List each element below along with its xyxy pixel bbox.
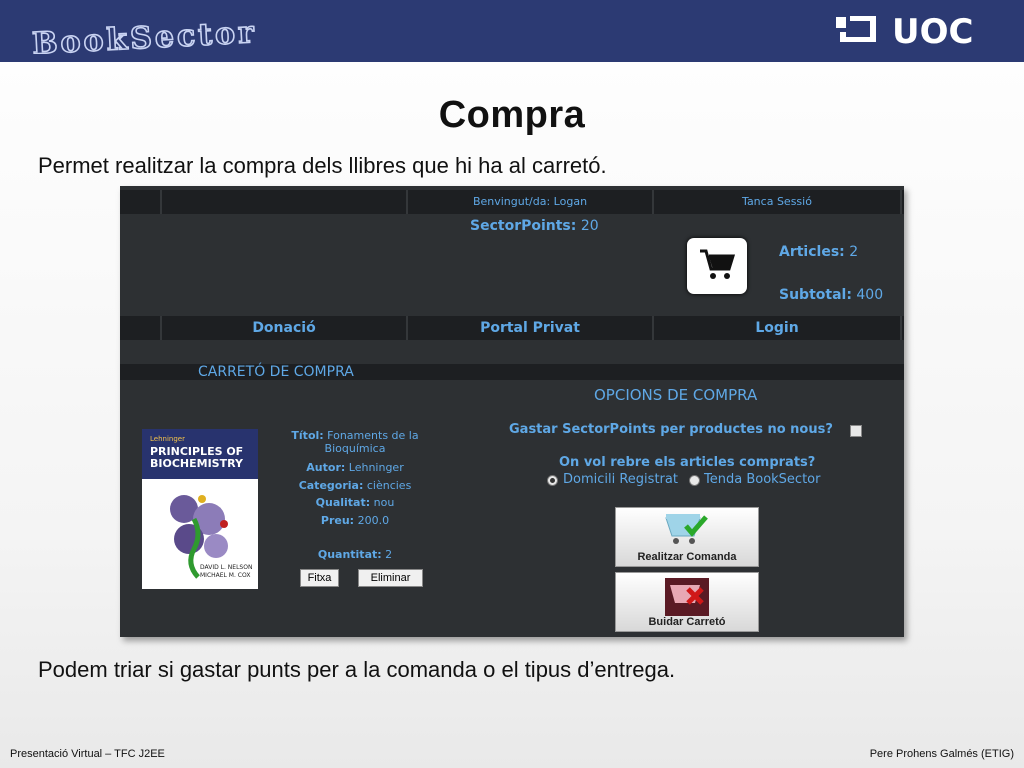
category-label: Categoria: (298, 479, 364, 492)
welcome-text: Benvingut/da: Logan (408, 190, 654, 214)
logout-link[interactable]: Tanca Sessió (654, 190, 902, 214)
options-title: OPCIONS DE COMPRA (594, 386, 758, 404)
slide-title: Compra (438, 94, 586, 136)
title-label: Títol: (291, 429, 324, 442)
header-banner: BookSector UOC (0, 0, 1024, 62)
top-bar-spacer (162, 190, 408, 214)
radio-tenda[interactable] (689, 475, 700, 486)
uoc-logo-icon: UOC (836, 12, 973, 52)
quantity-value: 2 (385, 548, 393, 561)
eliminar-button[interactable]: Eliminar (358, 569, 423, 587)
cart-check-icon (665, 514, 708, 544)
cart-button[interactable] (687, 238, 747, 294)
svg-text:UOC: UOC (892, 12, 973, 50)
subtotal-value: 400 (856, 287, 884, 303)
top-bar-spacer (120, 190, 162, 214)
spend-points-checkbox[interactable] (850, 425, 862, 437)
nav-login[interactable]: Login (654, 316, 902, 340)
title-value: Fonaments de la Bioquímica (324, 429, 419, 455)
cover-header: Lehninger PRINCIPLES OF BIOCHEMISTRY (142, 429, 258, 479)
delivery-question: On vol rebre els articles comprats? (559, 455, 816, 470)
sectorpoints-value: 20 (580, 218, 599, 234)
buidar-carreto-label: Buidar Carretó (648, 616, 726, 628)
articles-count: Articles: 2 (779, 244, 858, 260)
subtotal: Subtotal: 400 (779, 287, 883, 303)
footer-right: Pere Prohens Galmés (ETIG) (869, 748, 1014, 760)
nav-donacio[interactable]: Donació (162, 316, 408, 340)
buidar-carreto-button[interactable]: Buidar Carretó (615, 572, 759, 632)
nav-portal-privat[interactable]: Portal Privat (408, 316, 654, 340)
nav-spacer (120, 316, 162, 340)
book-quality: Qualitat: nou (290, 496, 420, 509)
book-category: Categoria: ciències (290, 479, 420, 492)
price-label: Preu: (320, 514, 355, 527)
articles-label: Articles: (779, 244, 845, 260)
cart-title: CARRETÓ DE COMPRA (198, 364, 354, 380)
cover-authors: DAVID L. NELSON MICHAEL M. COX (200, 564, 253, 579)
book-author: Autor: Lehninger (290, 461, 420, 474)
spend-points-label: Gastar SectorPoints per productes no nou… (509, 422, 833, 437)
category-value: ciències (366, 479, 412, 492)
book-title: Títol: Fonaments de la Bioquímica (290, 429, 420, 455)
radio-tenda-label: Tenda BookSector (704, 472, 821, 487)
quality-label: Qualitat: (315, 496, 371, 509)
articles-value: 2 (849, 244, 859, 260)
author-value: Lehninger (348, 461, 404, 474)
intro-text: Permet realitzar la compra dels llibres … (38, 153, 607, 178)
sectorpoints: SectorPoints: 20 (470, 218, 599, 234)
top-bar: Benvingut/da: Logan Tanca Sessió (120, 190, 904, 214)
cover-publisher: Lehninger (150, 435, 185, 443)
app-screenshot: Benvingut/da: Logan Tanca Sessió SectorP… (120, 186, 904, 637)
book-cover: Lehninger PRINCIPLES OF BIOCHEMISTRY DAV… (142, 429, 258, 589)
quantity-label: Quantitat: (317, 548, 382, 561)
subtotal-label: Subtotal: (779, 287, 852, 303)
realitzar-comanda-button[interactable]: Realitzar Comanda (615, 507, 759, 567)
book-quantity: Quantitat: 2 (290, 548, 420, 561)
radio-domicili[interactable] (547, 475, 558, 486)
cover-title: PRINCIPLES OF BIOCHEMISTRY (150, 445, 244, 470)
realitzar-comanda-label: Realitzar Comanda (637, 551, 737, 563)
book-price: Preu: 200.0 (290, 514, 420, 527)
author-label: Autor: (306, 461, 346, 474)
outro-text: Podem triar si gastar punts per a la com… (38, 657, 676, 682)
fitxa-button[interactable]: Fitxa (300, 569, 339, 587)
sectorpoints-label: SectorPoints: (470, 218, 577, 234)
svg-text:BookSector: BookSector (31, 15, 257, 54)
quality-value: nou (373, 496, 395, 509)
cart-icon (700, 249, 735, 279)
footer-left: Presentació Virtual – TFC J2EE (10, 748, 165, 760)
cart-remove-icon (665, 578, 709, 616)
price-value: 200.0 (357, 514, 390, 527)
nav-bar: Donació Portal Privat Login (120, 316, 904, 340)
uoc-logo: UOC (836, 10, 986, 52)
radio-domicili-label: Domicili Registrat (563, 472, 678, 487)
booksector-logo: BookSector (31, 14, 259, 54)
